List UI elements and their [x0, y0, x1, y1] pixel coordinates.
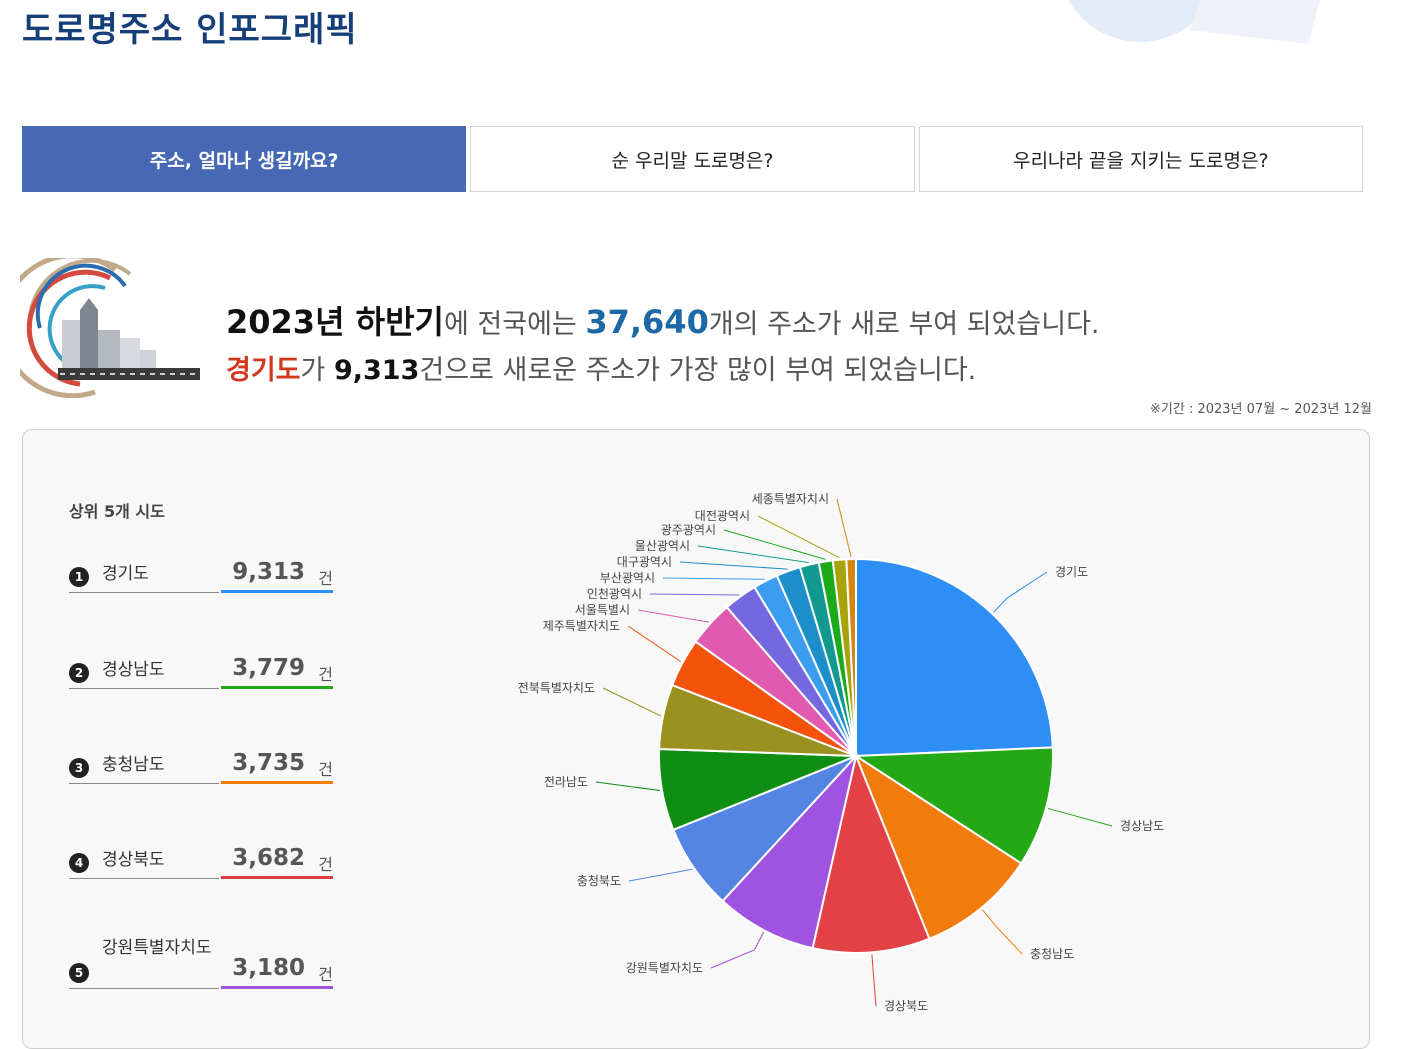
pie-label: 전북특별자치도 [518, 681, 595, 695]
pie-label: 경기도 [1055, 565, 1088, 579]
tab-border-roads[interactable]: 우리나라 끝을 지키는 도로명은? [918, 126, 1363, 192]
page-title: 도로명주소 인포그래픽 [22, 10, 358, 50]
summary-total-count: 37,640 [585, 303, 709, 341]
chart-panel: 상위 5개 시도 1 경기도 9,313 건 2 경상남도 3,779 건 3 … [22, 429, 1370, 1049]
pie-leader-line [637, 609, 709, 623]
pie-label: 인천광역시 [587, 586, 642, 601]
pie-label: 대구광역시 [617, 555, 672, 569]
pie-leader-line [649, 593, 740, 596]
pie-label: 강원특별자치도 [626, 961, 703, 975]
summary-top-region: 경기도 [226, 354, 301, 386]
summary-text-part: 건으로 새로운 주소가 가장 많이 부여 되었습니다. [419, 354, 977, 386]
pie-label: 서울특별시 [575, 603, 630, 617]
pie-leader-line [697, 545, 809, 564]
tab-pure-korean-roads[interactable]: 순 우리말 도로명은? [470, 126, 915, 192]
pie-label: 충청남도 [1030, 947, 1074, 961]
pie-label: 전라남도 [544, 775, 588, 789]
period-note: ※기간 : 2023년 07월 ~ 2023년 12월 [1150, 402, 1372, 417]
pie-label: 광주광역시 [661, 523, 716, 537]
pie-leader-line [595, 781, 661, 792]
pie-chart: 경기도경상남도충청남도경상북도 강원특별자치도 충청북도 전라남도 전북특별자치도 제주특… [518, 492, 1164, 1013]
summary-line-1: 2023년 하반기에 전국에는 37,640개의 주소가 새로 부여 되었습니다… [226, 296, 1100, 349]
pie-leader-line [628, 868, 693, 882]
summary-text-part: 에 전국에는 [443, 309, 586, 340]
pie-label: 대전광역시 [695, 509, 750, 523]
summary-text: 2023년 하반기에 전국에는 37,640개의 주소가 새로 부여 되었습니다… [226, 296, 1100, 393]
summary-line-2: 경기도가 9,313건으로 새로운 주소가 가장 많이 부여 되었습니다. [226, 349, 1100, 394]
pie-label: 세종특별자치시 [752, 492, 829, 506]
pie-label: 경상북도 [884, 999, 928, 1013]
pie-leader-line [679, 561, 788, 570]
pie-label: 충청북도 [577, 874, 621, 888]
pie-leader-line [710, 932, 765, 969]
summary-top-count: 9,313 [333, 354, 420, 386]
summary-text-part: 가 [300, 354, 334, 386]
pie-leader-line [993, 571, 1048, 613]
pie-leader-line [1047, 807, 1113, 827]
pie-label: 제주특별자치도 [543, 619, 620, 633]
tab-bar: 주소, 얼마나 생길까요? 순 우리말 도로명은? 우리나라 끝을 지키는 도로… [22, 126, 1363, 192]
pie-leader-line [627, 625, 682, 663]
pie-label: 울산광역시 [635, 539, 690, 553]
summary-period: 2023년 하반기 [226, 303, 444, 341]
pie-leader-line [602, 687, 662, 717]
pie-label: 경상남도 [1120, 819, 1164, 833]
pie-leader-line [981, 909, 1023, 955]
city-road-icon [20, 258, 200, 398]
pie-leader-line [723, 529, 826, 560]
pie-slice[interactable] [855, 557, 1054, 758]
pie-leader-line [662, 577, 765, 580]
pie-leader-line [836, 498, 852, 558]
pie-leader-line [871, 954, 877, 1007]
summary-text-part: 개의 주소가 새로 부여 되었습니다. [708, 309, 1100, 340]
tab-address-count[interactable]: 주소, 얼마나 생길까요? [22, 126, 467, 192]
pie-label: 부산광역시 [600, 571, 655, 585]
